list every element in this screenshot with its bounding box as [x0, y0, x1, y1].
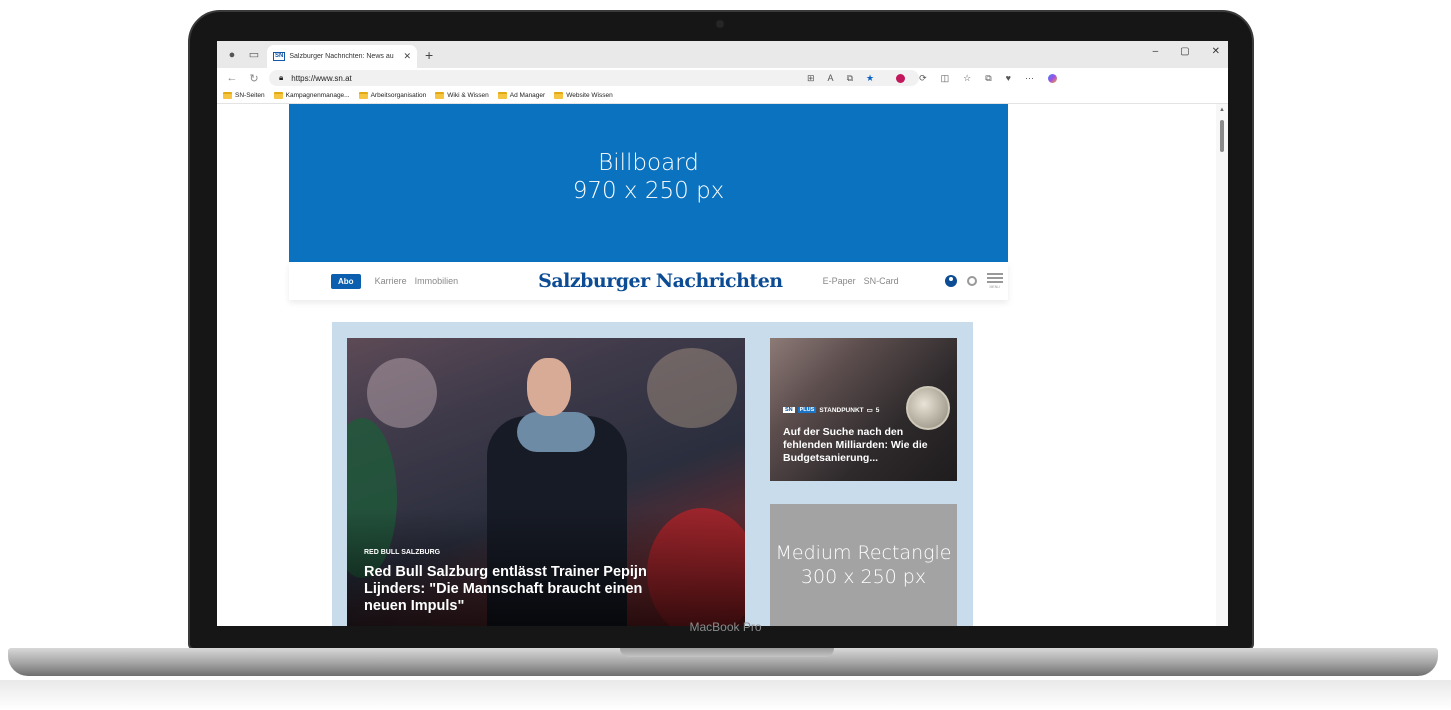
bookmark-wiki-wissen[interactable]: Wiki & Wissen — [435, 92, 489, 99]
bookmark-kampagnenmanagement[interactable]: Kampagnenmanage... — [273, 92, 350, 99]
immersive-reader-icon[interactable]: ⧉ — [847, 73, 853, 84]
header-icons: MENU — [944, 273, 1003, 289]
scroll-up-icon[interactable]: ▲ — [1219, 107, 1225, 113]
folder-icon — [273, 92, 283, 99]
close-tab-icon[interactable]: ✕ — [403, 51, 411, 62]
more-options-icon[interactable]: ⋯ — [1025, 73, 1034, 84]
side-teaser-meta: SN PLUS STANDPUNKT ▭ 5 — [783, 406, 879, 414]
laptop-base — [8, 648, 1438, 676]
webcam — [716, 20, 724, 28]
bookmark-arbeitsorganisation[interactable]: Arbeitsorganisation — [358, 92, 426, 99]
nav-sn-card[interactable]: SN-Card — [864, 276, 899, 286]
menu-icon[interactable]: MENU — [986, 273, 1003, 289]
side-headline[interactable]: Auf der Suche nach den fehlenden Milliar… — [783, 426, 943, 465]
mockup-stage: ● ▭ SN Salzburger Nachrichten: News au ✕… — [0, 0, 1451, 710]
laptop-screen: ● ▭ SN Salzburger Nachrichten: News au ✕… — [217, 41, 1228, 626]
abo-button[interactable]: Abo — [331, 273, 361, 289]
nav-epaper[interactable]: E-Paper — [823, 276, 856, 286]
scroll-thumb[interactable] — [1220, 120, 1224, 152]
address-bar-row: ← ↻ 🔒︎ https://www.sn.at ⊞ A ⧉ ★ ⟳ ◫ ☆ ⧉… — [217, 68, 1228, 88]
tab-favicon: SN — [273, 52, 286, 61]
euro-coin-image — [906, 386, 950, 430]
refresh-icon[interactable]: ↻ — [247, 72, 261, 85]
page-scrollbar[interactable]: ▲ — [1216, 104, 1228, 626]
browser-essentials-icon[interactable]: ♥ — [1006, 73, 1011, 83]
site-logo[interactable]: Salzburger Nachrichten — [538, 270, 783, 292]
medium-rectangle-ad[interactable]: Medium Rectangle 300 x 250 px — [770, 504, 957, 626]
browser-tab[interactable]: SN Salzburger Nachrichten: News au ✕ — [267, 45, 417, 68]
maximize-icon[interactable]: ▢ — [1180, 46, 1189, 57]
nav-immobilien[interactable]: Immobilien — [415, 276, 459, 286]
medrect-size: 300 x 250 px — [800, 566, 927, 588]
laptop-notch — [620, 648, 834, 657]
coach-hood — [517, 412, 595, 452]
hero-teaser[interactable]: RED BULL SALZBURG Red Bull Salzburg entl… — [347, 338, 745, 626]
hero-kicker: RED BULL SALZBURG — [364, 549, 441, 556]
back-icon[interactable]: ← — [225, 72, 239, 84]
bookmark-ad-manager[interactable]: Ad Manager — [497, 92, 545, 99]
side-teaser[interactable]: SN PLUS STANDPUNKT ▭ 5 Auf der Suche nac… — [770, 338, 957, 481]
laptop-lid: ● ▭ SN Salzburger Nachrichten: News au ✕… — [188, 10, 1254, 650]
search-icon[interactable] — [966, 276, 977, 286]
sn-badge: SN — [783, 407, 795, 413]
medrect-label: Medium Rectangle — [775, 542, 952, 564]
comment-icon: ▭ — [866, 407, 873, 414]
app-available-icon[interactable]: ⊞ — [807, 73, 815, 84]
folder-icon — [497, 92, 507, 99]
bookmark-sn-seiten[interactable]: SN-Seiten — [223, 92, 265, 99]
close-window-icon[interactable]: ✕ — [1212, 46, 1220, 57]
billboard-ad[interactable]: Billboard 970 x 250 px — [289, 104, 1008, 262]
url-text: https://www.sn.at — [291, 73, 352, 83]
workspaces-icon[interactable]: ▭ — [245, 46, 263, 64]
side-kicker: STANDPUNKT — [819, 406, 864, 414]
crowd-blur — [647, 348, 737, 428]
coach-head — [527, 358, 571, 416]
extensions-toolbar: ⟳ ◫ ☆ ⧉ ♥ ⋯ — [896, 73, 1057, 84]
minimize-icon[interactable]: – — [1153, 46, 1159, 57]
tab-title: Salzburger Nachrichten: News au — [289, 53, 394, 60]
billboard-label: Billboard — [598, 150, 699, 176]
folder-icon — [223, 92, 232, 99]
nav-karriere[interactable]: Karriere — [375, 276, 407, 286]
split-screen-icon[interactable]: ◫ — [941, 73, 950, 84]
bookmark-website-wissen[interactable]: Website Wissen — [554, 92, 613, 99]
site-info-icon[interactable]: 🔒︎ — [279, 73, 283, 83]
laptop-shadow — [0, 680, 1451, 710]
billboard-size: 970 x 250 px — [572, 178, 725, 204]
new-tab-button[interactable]: + — [425, 47, 433, 63]
header-right-links: E-Paper SN-Card — [823, 276, 899, 286]
collections-icon[interactable]: ⧉ — [985, 73, 991, 84]
comment-count: 5 — [875, 406, 880, 414]
favorites-icon[interactable]: ☆ — [963, 73, 971, 84]
folder-icon — [554, 92, 564, 99]
tab-bar: ● ▭ SN Salzburger Nachrichten: News au ✕… — [217, 41, 1228, 68]
site-header: Abo Karriere Immobilien Salzburger Nachr… — [289, 262, 1008, 300]
crowd-blur — [367, 358, 437, 428]
favorite-star-icon[interactable]: ★ — [866, 73, 874, 84]
folder-icon — [435, 92, 445, 99]
read-aloud-icon[interactable]: A — [828, 73, 834, 83]
extension-refresh-icon[interactable]: ⟳ — [919, 73, 927, 84]
teaser-area: RED BULL SALZBURG Red Bull Salzburg entl… — [332, 322, 973, 626]
folder-icon — [358, 92, 368, 99]
plus-badge: PLUS — [797, 407, 817, 413]
address-bar-actions: ⊞ A ⧉ ★ — [807, 73, 874, 84]
device-label: MacBook Pro — [689, 620, 762, 634]
profile-icon[interactable]: ● — [223, 46, 241, 64]
hero-headline[interactable]: Red Bull Salzburg entlässt Trainer Pepij… — [364, 564, 664, 615]
page-viewport: Billboard 970 x 250 px Abo Karriere Immo… — [217, 104, 1228, 626]
copilot-icon[interactable] — [1048, 73, 1057, 83]
user-account-icon[interactable] — [944, 275, 957, 287]
extension-icon[interactable] — [896, 73, 906, 83]
window-controls: – ▢ ✕ — [1153, 46, 1220, 57]
bookmarks-bar: SN-Seiten Kampagnenmanage... Arbeitsorga… — [217, 88, 1228, 104]
